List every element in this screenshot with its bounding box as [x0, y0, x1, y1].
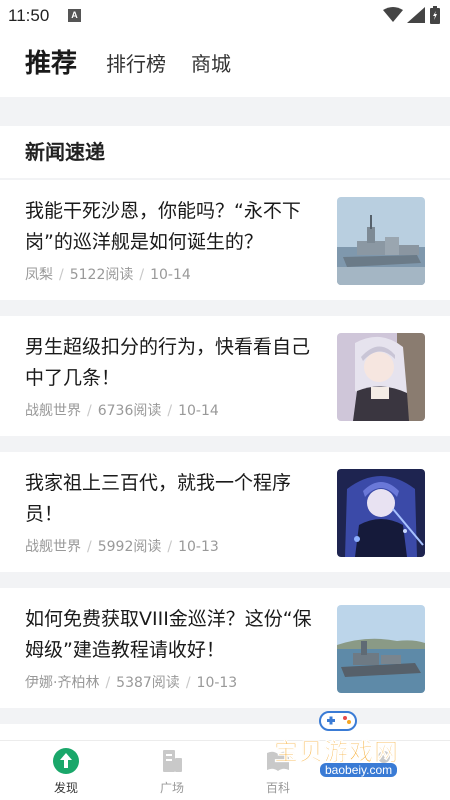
article-thumbnail[interactable]: [337, 197, 425, 285]
article-title[interactable]: 男生超级扣分的行为，快看看自己中了几条！: [25, 332, 320, 394]
article-author: 凤梨: [25, 267, 53, 283]
article-reads: 5992阅读: [97, 539, 162, 555]
status-time: 11:50: [8, 6, 50, 25]
article-reads: 6736阅读: [97, 403, 162, 419]
article-card-4[interactable]: 如何免费获取VIII金巡洋？这份“保姆级”建造教程请收好！ 伊娜·齐柏林/538…: [0, 588, 450, 708]
battery-icon: [430, 6, 440, 24]
bottom-tab-label: 广场: [159, 781, 184, 795]
compass-arrow-icon: [53, 748, 79, 774]
article-reads: 5387阅读: [116, 675, 180, 691]
bottom-tab-square[interactable]: 广场: [132, 741, 212, 800]
site-watermark: 宝贝游戏网 baobeiy.com: [262, 708, 422, 788]
article-card-2[interactable]: 男生超级扣分的行为，快看看自己中了几条！ 战舰世界/6736阅读/10-14: [0, 316, 450, 436]
top-tab-bar: 推荐 排行榜 商城: [0, 32, 450, 97]
article-date: 10-13: [196, 675, 238, 691]
news-section-header: 新闻速递: [0, 126, 450, 178]
article-date: 10-14: [178, 403, 219, 419]
article-title[interactable]: 如何免费获取VIII金巡洋？这份“保姆级”建造教程请收好！: [25, 604, 320, 666]
tab-recommend[interactable]: 推荐: [25, 32, 77, 97]
article-thumbnail[interactable]: [337, 333, 425, 421]
article-title[interactable]: 我家祖上三百代，就我一个程序员！: [25, 468, 320, 530]
article-thumbnail[interactable]: [337, 605, 425, 693]
article-date: 10-13: [178, 539, 219, 555]
watermark-url: baobeiy.com: [320, 763, 398, 777]
watermark-text: 宝贝游戏网: [274, 738, 399, 767]
status-bar: 11:50 A: [0, 0, 450, 32]
gamepad-icon: [319, 711, 357, 731]
signal-icon: [407, 7, 425, 23]
article-author: 战舰世界: [25, 403, 81, 419]
article-meta: 战舰世界/5992阅读/10-13: [25, 539, 219, 555]
article-card-3[interactable]: 我家祖上三百代，就我一个程序员！ 战舰世界/5992阅读/10-13: [0, 452, 450, 572]
wifi-icon: [383, 7, 403, 22]
article-thumbnail[interactable]: [337, 469, 425, 557]
article-date: 10-14: [150, 267, 191, 283]
square-icon: [163, 750, 182, 772]
tab-ranking[interactable]: 排行榜: [106, 32, 166, 97]
article-title[interactable]: 我能干死沙恩，你能吗？“永不下岗”的巡洋舰是如何诞生的？: [25, 196, 320, 258]
article-reads: 5122阅读: [69, 267, 134, 283]
notification-a-icon: A: [68, 9, 81, 22]
bottom-tab-label: 发现: [53, 781, 78, 795]
article-card-1[interactable]: 我能干死沙恩，你能吗？“永不下岗”的巡洋舰是如何诞生的？ 凤梨/5122阅读/1…: [0, 180, 450, 300]
bottom-tab-discover[interactable]: 发现: [26, 741, 106, 800]
article-author: 战舰世界: [25, 539, 81, 555]
article-author: 伊娜·齐柏林: [25, 675, 100, 691]
article-meta: 战舰世界/6736阅读/10-14: [25, 403, 219, 419]
article-meta: 伊娜·齐柏林/5387阅读/10-13: [25, 675, 238, 691]
section-title: 新闻速递: [25, 140, 105, 164]
article-meta: 凤梨/5122阅读/10-14: [25, 267, 191, 283]
tab-mall[interactable]: 商城: [191, 32, 231, 97]
